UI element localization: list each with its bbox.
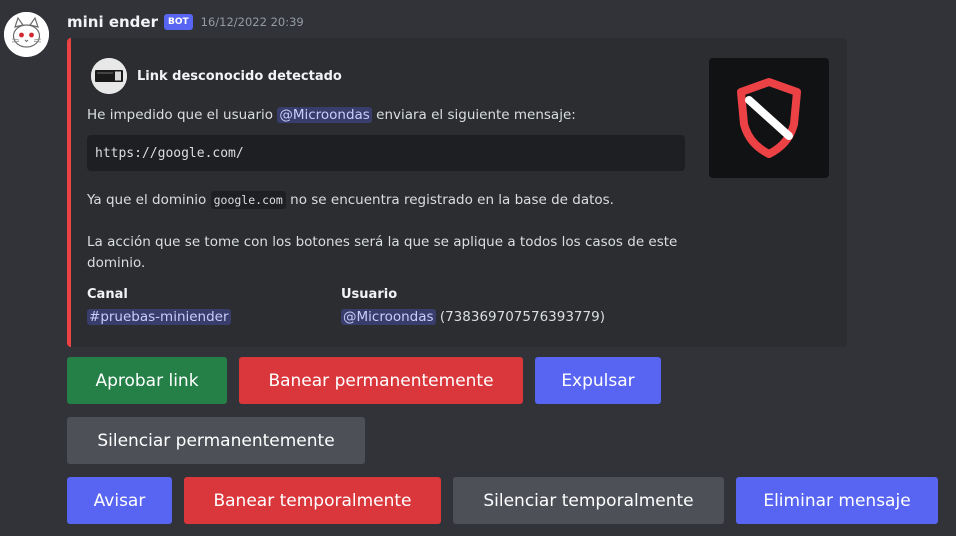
embed-description-line-2: Ya que el dominio google.com no se encue… [87, 190, 614, 211]
delete-message-button[interactable]: Eliminar mensaje [736, 477, 938, 524]
approve-link-button[interactable]: Aprobar link [67, 357, 227, 404]
description-text: no se encuentra registrado en la base de… [285, 192, 614, 208]
kick-button[interactable]: Expulsar [535, 357, 661, 404]
ban-permanent-button[interactable]: Banear permanentemente [239, 357, 523, 404]
message-timestamp[interactable]: 16/12/2022 20:39 [201, 15, 304, 29]
description-text: He impedido que el usuario [87, 107, 278, 123]
hashtag-icon: # [89, 309, 101, 325]
warn-button[interactable]: Avisar [67, 477, 172, 524]
description-text: enviara el siguiente mensaje: [371, 107, 576, 123]
message-header: mini ender BOT 16/12/2022 20:39 [67, 10, 304, 34]
description-text: Ya que el dominio [87, 192, 211, 208]
user-mention[interactable]: @Microondas [341, 309, 436, 325]
mute-temporary-button[interactable]: Silenciar temporalmente [453, 477, 724, 524]
embed-description-line-1: He impedido que el usuario @Microondas e… [87, 105, 576, 126]
user-id: (738369707576393779) [439, 309, 605, 325]
embed: Link desconocido detectado He impedido q… [67, 38, 847, 347]
embed-author: Link desconocido detectado [91, 58, 342, 94]
user-mention[interactable]: @Microondas [277, 107, 372, 123]
embed-author-icon [91, 58, 127, 94]
field-canal-name: Canal [87, 287, 128, 302]
bot-tag: BOT [163, 14, 193, 30]
channel-mention[interactable]: #pruebas-miniender [87, 309, 231, 325]
shield-slash-icon [737, 78, 801, 158]
avatar[interactable] [4, 12, 49, 57]
embed-description-line-4: dominio. [87, 255, 146, 271]
mute-permanent-button[interactable]: Silenciar permanentemente [67, 417, 365, 464]
device-icon [91, 58, 127, 94]
code-block: https://google.com/ [87, 135, 685, 171]
field-usuario-name: Usuario [341, 287, 398, 302]
ban-temporary-button[interactable]: Banear temporalmente [184, 477, 441, 524]
embed-description-line-3: La acción que se tome con los botones se… [87, 234, 678, 250]
embed-thumbnail[interactable] [709, 58, 829, 178]
embed-author-name: Link desconocido detectado [137, 68, 342, 84]
cat-avatar-icon [4, 12, 49, 57]
field-usuario-value: @Microondas (738369707576393779) [341, 309, 605, 325]
inline-code: google.com [210, 191, 286, 209]
author-name[interactable]: mini ender [67, 13, 158, 31]
channel-name: pruebas-miniender [100, 309, 229, 325]
field-canal-value: #pruebas-miniender [87, 309, 231, 325]
